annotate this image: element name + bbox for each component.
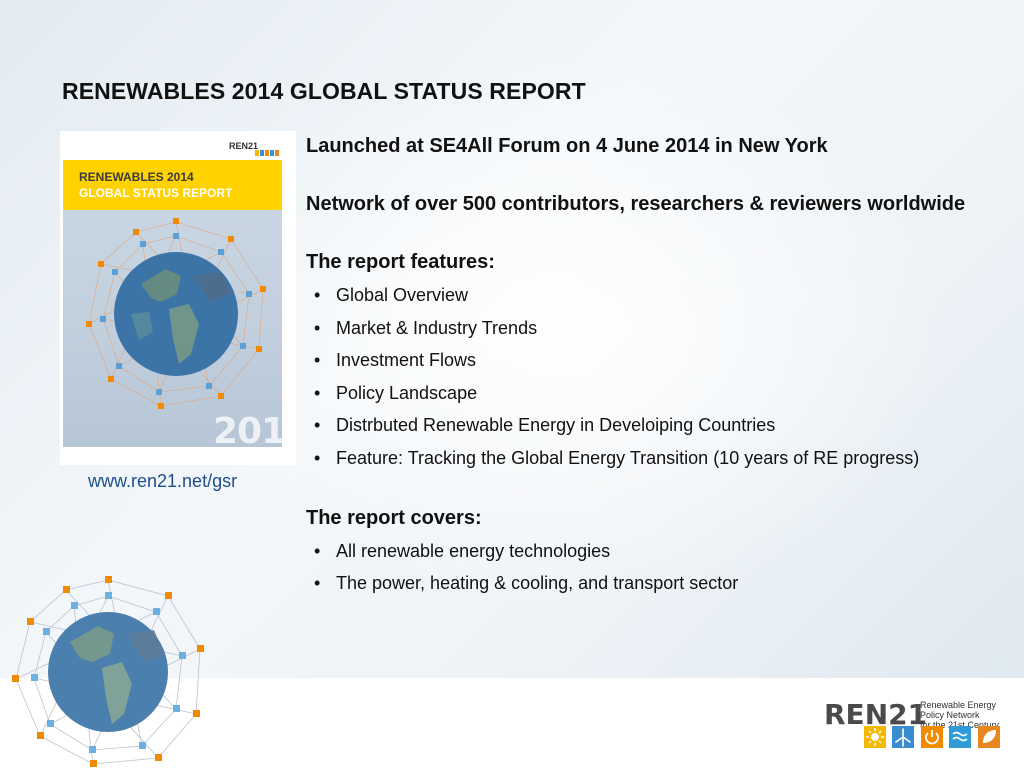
cover-logo-icons [255, 150, 279, 156]
water-waves-icon [949, 726, 972, 748]
cover-year: 2014 [213, 411, 282, 447]
list-item: All renewable energy technologies [306, 535, 1006, 568]
cover-title-line2: GLOBAL STATUS REPORT [79, 186, 233, 200]
cover-brand-logo: REN21 [229, 141, 259, 151]
cover-title-line1: RENEWABLES 2014 [79, 170, 194, 184]
sun-icon [864, 726, 886, 748]
covers-list: All renewable energy technologies The po… [306, 535, 1006, 600]
features-list: Global Overview Market & Industry Trends… [306, 279, 1006, 475]
power-icon [920, 726, 943, 748]
launch-statement: Launched at SE4All Forum on 4 June 2014 … [306, 135, 828, 157]
logo-icon-row [864, 726, 1002, 748]
network-globe-icon [86, 218, 266, 409]
list-item: Distrbuted Renewable Energy in Develoipi… [306, 409, 1006, 442]
slide-title: RENEWABLES 2014 GLOBAL STATUS REPORT [62, 78, 586, 104]
ren21-logo: REN21 Renewable Energy Policy Network fo… [824, 698, 1014, 752]
report-cover-artwork: REN21 RENEWABLES 2014 GLOBAL STATUS REPO… [63, 134, 282, 447]
list-item: Global Overview [306, 279, 1006, 312]
features-heading: The report features: [306, 251, 495, 273]
list-item: Feature: Tracking the Global Energy Tran… [306, 442, 1006, 475]
leaf-icon [977, 726, 1000, 748]
report-cover: REN21 RENEWABLES 2014 GLOBAL STATUS REPO… [60, 131, 296, 465]
list-item: Policy Landscape [306, 377, 1006, 410]
network-statement: Network of over 500 contributors, resear… [306, 193, 966, 215]
wind-turbine-icon [892, 726, 915, 748]
covers-heading: The report covers: [306, 506, 482, 529]
list-item: The power, heating & cooling, and transp… [306, 567, 1006, 600]
slide-content: Launched at SE4All Forum on 4 June 2014 … [306, 131, 1006, 600]
list-item: Market & Industry Trends [306, 312, 1006, 345]
report-url-link[interactable]: www.ren21.net/gsr [88, 471, 237, 492]
list-item: Investment Flows [306, 344, 1006, 377]
cover-yellow-band [63, 160, 282, 210]
network-globe-icon [12, 576, 204, 767]
